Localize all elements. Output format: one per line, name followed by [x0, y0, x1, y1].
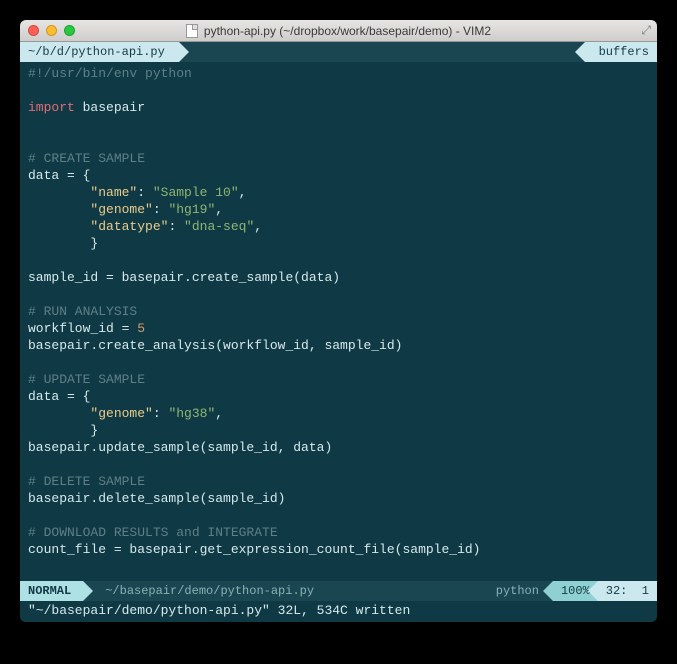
traffic-lights	[28, 25, 75, 36]
document-icon	[186, 24, 198, 38]
code-comment: # UPDATE SAMPLE	[28, 372, 145, 387]
code-key: "name"	[90, 185, 137, 200]
code-punc: :	[153, 202, 169, 217]
code-line: data = {	[28, 389, 90, 404]
command-line[interactable]: "~/basepair/demo/python-api.py" 32L, 534…	[20, 601, 657, 622]
minimize-icon[interactable]	[46, 25, 57, 36]
code-key: "genome"	[90, 406, 152, 421]
vim-mode-label: NORMAL	[28, 584, 71, 598]
code-comment: # RUN ANALYSIS	[28, 304, 137, 319]
code-punc: ,	[215, 202, 223, 217]
code-string: "dna-seq"	[184, 219, 254, 234]
window-title-wrap: python-api.py (~/dropbox/work/basepair/d…	[20, 24, 657, 38]
buffers-label: buffers	[599, 45, 649, 59]
code-number: 5	[137, 321, 145, 336]
code-string: "hg38"	[168, 406, 215, 421]
fullscreen-icon[interactable]: ⤢	[641, 24, 651, 38]
status-right-group: python 100% 32: 1	[496, 581, 657, 601]
tab-right-group: buffers	[585, 42, 657, 62]
code-line: data = {	[28, 168, 90, 183]
tab-bar: ~/b/d/python-api.py buffers	[20, 42, 657, 62]
code-line: sample_id = basepair.create_sample(data)	[28, 270, 340, 285]
code-line: count_file = basepair.get_expression_cou…	[28, 542, 480, 557]
code-area[interactable]: #!/usr/bin/env python import basepair # …	[20, 62, 657, 581]
code-key: "genome"	[90, 202, 152, 217]
app-window: python-api.py (~/dropbox/work/basepair/d…	[20, 20, 657, 622]
code-comment: # CREATE SAMPLE	[28, 151, 145, 166]
editor: ~/b/d/python-api.py buffers #!/usr/bin/e…	[20, 42, 657, 622]
code-line: }	[28, 423, 98, 438]
code-punc: :	[137, 185, 153, 200]
code-punc: :	[153, 406, 169, 421]
code-line: }	[28, 236, 98, 251]
code-line: basepair.create_analysis(workflow_id, sa…	[28, 338, 402, 353]
status-line: 32:	[606, 584, 628, 598]
code-comment: # DELETE SAMPLE	[28, 474, 145, 489]
code-punc: ,	[254, 219, 262, 234]
code-token: basepair	[75, 100, 145, 115]
status-col: 1	[642, 584, 649, 598]
code-token: workflow_id =	[28, 321, 137, 336]
code-line: basepair.update_sample(sample_id, data)	[28, 440, 332, 455]
zoom-icon[interactable]	[64, 25, 75, 36]
code-line: basepair.delete_sample(sample_id)	[28, 491, 285, 506]
file-tab[interactable]: ~/b/d/python-api.py	[20, 42, 179, 62]
code-punc: ,	[239, 185, 247, 200]
buffers-button[interactable]: buffers	[585, 42, 657, 62]
code-line: #!/usr/bin/env python	[28, 66, 192, 81]
status-position: 32: 1	[598, 581, 657, 601]
status-percent-value: 100%	[561, 584, 590, 598]
titlebar[interactable]: python-api.py (~/dropbox/work/basepair/d…	[20, 20, 657, 42]
file-tab-label: ~/b/d/python-api.py	[28, 45, 165, 59]
code-token-import: import	[28, 100, 75, 115]
code-string: "Sample 10"	[153, 185, 239, 200]
code-string: "hg19"	[168, 202, 215, 217]
code-comment: # DOWNLOAD RESULTS and INTEGRATE	[28, 525, 278, 540]
code-punc: ,	[215, 406, 223, 421]
close-icon[interactable]	[28, 25, 39, 36]
tab-left-group: ~/b/d/python-api.py	[20, 42, 179, 62]
status-bar: NORMAL ~/basepair/demo/python-api.py pyt…	[20, 581, 657, 601]
code-key: "datatype"	[90, 219, 168, 234]
status-filepath: ~/basepair/demo/python-api.py	[83, 581, 326, 601]
window-title: python-api.py (~/dropbox/work/basepair/d…	[204, 24, 491, 38]
code-punc: :	[168, 219, 184, 234]
vim-mode-indicator: NORMAL	[20, 581, 83, 601]
